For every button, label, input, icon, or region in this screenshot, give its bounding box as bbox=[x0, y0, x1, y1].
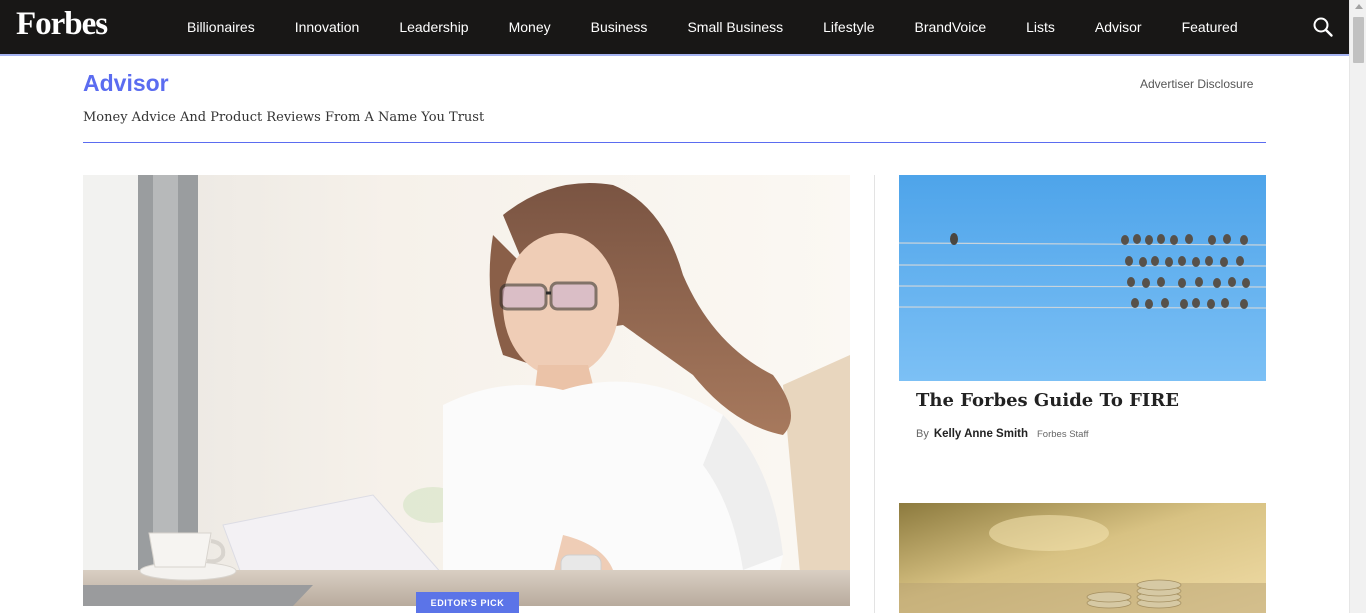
card-byline: By Kelly Anne Smith Forbes Staff bbox=[916, 428, 1089, 440]
hero-image[interactable] bbox=[83, 175, 850, 606]
page-title[interactable]: Advisor bbox=[83, 70, 169, 97]
nav-item-featured[interactable]: Featured bbox=[1162, 19, 1258, 35]
nav-item-innovation[interactable]: Innovation bbox=[275, 19, 380, 35]
nav-item-small-business[interactable]: Small Business bbox=[667, 19, 803, 35]
search-icon[interactable] bbox=[1312, 16, 1334, 38]
author-link[interactable]: Kelly Anne Smith bbox=[934, 428, 1028, 440]
card-title[interactable]: The Forbes Guide To FIRE bbox=[916, 390, 1179, 411]
card-image-coins[interactable] bbox=[899, 503, 1266, 613]
nav-item-money[interactable]: Money bbox=[489, 19, 571, 35]
page-scrollbar[interactable] bbox=[1349, 0, 1366, 613]
editors-pick-badge[interactable]: EDITOR'S PICK bbox=[416, 592, 519, 613]
scrollbar-thumb[interactable] bbox=[1353, 17, 1364, 63]
advertiser-disclosure-link[interactable]: Advertiser Disclosure bbox=[1140, 77, 1253, 91]
page-tagline: Money Advice And Product Reviews From A … bbox=[83, 110, 485, 125]
author-role: Forbes Staff bbox=[1037, 429, 1089, 440]
forbes-logo[interactable]: Forbes bbox=[16, 6, 108, 43]
nav-menu: Billionaires Innovation Leadership Money… bbox=[167, 0, 1258, 54]
nav-item-brandvoice[interactable]: BrandVoice bbox=[895, 19, 1007, 35]
nav-item-business[interactable]: Business bbox=[571, 19, 668, 35]
byline-prefix: By bbox=[916, 428, 929, 440]
nav-item-lifestyle[interactable]: Lifestyle bbox=[803, 19, 894, 35]
card-image-birds[interactable] bbox=[899, 175, 1266, 381]
nav-item-advisor[interactable]: Advisor bbox=[1075, 19, 1162, 35]
nav-item-billionaires[interactable]: Billionaires bbox=[167, 19, 275, 35]
header-divider bbox=[83, 142, 1266, 143]
nav-accent-line bbox=[0, 54, 1349, 56]
nav-item-lists[interactable]: Lists bbox=[1006, 19, 1075, 35]
scroll-up-arrow-icon[interactable] bbox=[1355, 4, 1363, 9]
column-divider bbox=[874, 175, 875, 613]
top-nav: Forbes Billionaires Innovation Leadershi… bbox=[0, 0, 1349, 54]
nav-item-leadership[interactable]: Leadership bbox=[379, 19, 488, 35]
